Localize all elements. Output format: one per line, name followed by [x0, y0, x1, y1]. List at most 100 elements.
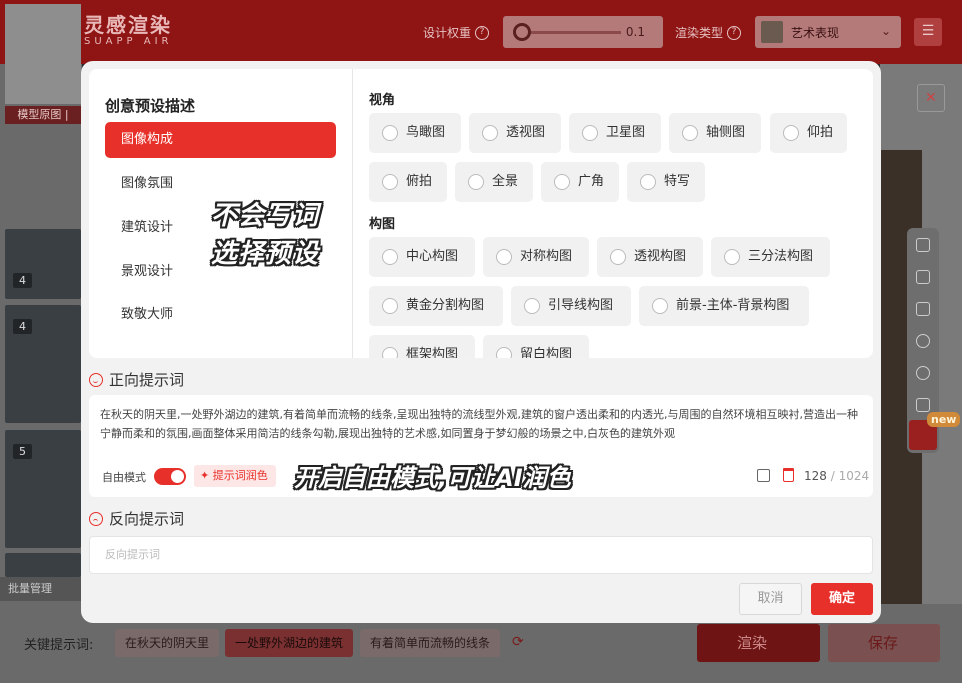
refresh-keywords-icon[interactable]: ⟳ — [512, 634, 524, 650]
char-count-value: 128 — [804, 469, 827, 483]
free-mode-toggle[interactable] — [154, 468, 186, 485]
design-weight-slider[interactable]: 0.1 — [503, 16, 663, 48]
option-perspective-composition[interactable]: 透视构图 — [597, 237, 703, 277]
option-wide-angle[interactable]: 广角 — [541, 162, 619, 202]
history-thumbnail[interactable]: 4 — [5, 229, 81, 299]
radio-icon — [783, 125, 799, 141]
char-count-max: / 1024 — [830, 469, 870, 483]
keywords-label: 关键提示词: — [24, 638, 94, 653]
history-thumbnail[interactable] — [5, 553, 81, 577]
option-rule-of-thirds[interactable]: 三分法构图 — [711, 237, 830, 277]
toggle-knob — [171, 470, 184, 483]
radio-icon — [496, 347, 512, 358]
edit-icon[interactable] — [916, 270, 930, 284]
refresh-icon[interactable] — [916, 334, 930, 348]
hint-line: 选择预设 — [211, 239, 320, 269]
radio-icon — [482, 125, 498, 141]
option-perspective[interactable]: 透视图 — [469, 113, 561, 153]
option-symmetric-composition[interactable]: 对称构图 — [483, 237, 589, 277]
trash-icon[interactable] — [783, 468, 794, 482]
divider — [352, 69, 353, 358]
category-image-composition[interactable]: 图像构成 — [105, 122, 336, 158]
help-icon[interactable]: ? — [727, 25, 742, 40]
radio-icon — [610, 249, 626, 265]
radio-icon — [652, 298, 668, 314]
option-label: 透视图 — [506, 125, 546, 140]
settings-icon[interactable] — [916, 398, 930, 412]
thumbnail-index: 4 — [13, 319, 32, 334]
new-badge: new — [927, 412, 961, 427]
slider-handle[interactable] — [513, 23, 531, 41]
option-label: 三分法构图 — [748, 249, 814, 264]
option-label: 卫星图 — [606, 125, 646, 140]
radio-icon — [682, 125, 698, 141]
save-icon[interactable] — [757, 469, 770, 482]
slider-track — [531, 31, 621, 34]
model-original-label: 模型原图 | — [5, 106, 81, 124]
option-golden-ratio[interactable]: 黄金分割构图 — [369, 286, 503, 326]
history-thumbnail[interactable]: 4 — [5, 305, 81, 423]
thumbnail-count: 4 — [13, 273, 32, 288]
home-icon[interactable] — [916, 238, 930, 252]
positive-prompt-box[interactable]: 在秋天的阴天里,一处野外湖边的建筑,有着简单而流畅的线条,呈现出独特的流线型外观… — [89, 395, 873, 497]
radio-icon — [382, 125, 398, 141]
hint-overlay: 不会写词 选择预设 — [211, 197, 319, 273]
model-original-thumbnail[interactable] — [5, 4, 81, 104]
keyword-chip[interactable]: 在秋天的阴天里 — [115, 629, 220, 657]
design-weight-text: 设计权重 — [423, 26, 472, 40]
history-thumbnail[interactable]: 5 — [5, 430, 81, 548]
save-button[interactable]: 保存 — [828, 624, 940, 662]
radio-icon — [382, 298, 398, 314]
free-mode-hint-overlay: 开启自由模式,可让AI润色 — [294, 464, 571, 492]
section-title-composition: 构图 — [369, 217, 396, 232]
help-icon[interactable]: ? — [475, 25, 490, 40]
option-foreground-subject-background[interactable]: 前景-主体-背景构图 — [639, 286, 809, 326]
radio-icon — [468, 174, 484, 190]
close-icon[interactable]: ✕ — [917, 84, 945, 112]
option-label: 留白构图 — [520, 347, 573, 358]
confirm-button[interactable]: 确定 — [811, 583, 873, 615]
char-count: 128 / 1024 — [804, 469, 869, 483]
render-button[interactable]: 渲染 — [697, 624, 820, 662]
option-label: 透视构图 — [634, 249, 687, 264]
option-center-composition[interactable]: 中心构图 — [369, 237, 475, 277]
creative-preset-dialog: 创意预设描述 图像构成 图像氛围 建筑设计 景观设计 致敬大师 不会写词 选择预… — [81, 61, 881, 623]
sparkle-icon: ✦ — [200, 469, 213, 482]
radio-icon — [382, 174, 398, 190]
option-axonometric[interactable]: 轴侧图 — [669, 113, 761, 153]
option-panorama[interactable]: 全景 — [455, 162, 533, 202]
render-type-label: 渲染类型 ? — [675, 24, 742, 41]
logo-name: 灵感渲染 — [84, 13, 172, 37]
radio-icon — [382, 347, 398, 358]
prompt-polish-button[interactable]: ✦ 提示词润色 — [194, 465, 276, 487]
option-birdseye[interactable]: 鸟瞰图 — [369, 113, 461, 153]
render-type-select[interactable]: 艺术表现 ⌄ — [755, 16, 901, 48]
prompt-polish-label: 提示词润色 — [212, 469, 268, 482]
option-negative-space[interactable]: 留白构图 — [483, 335, 589, 358]
option-closeup[interactable]: 特写 — [627, 162, 705, 202]
share-icon[interactable] — [916, 366, 930, 380]
keyword-chip[interactable]: 一处野外湖边的建筑 — [225, 629, 354, 657]
menu-icon[interactable]: ☰ — [914, 18, 942, 46]
hint-line: 不会写词 — [211, 201, 320, 231]
option-frame-composition[interactable]: 框架构图 — [369, 335, 475, 358]
option-satellite[interactable]: 卫星图 — [569, 113, 661, 153]
design-weight-value: 0.1 — [625, 25, 645, 39]
option-label: 全景 — [492, 174, 519, 189]
option-top-down[interactable]: 俯拍 — [369, 162, 447, 202]
batch-manage-button[interactable]: 批量管理 — [0, 577, 82, 601]
cancel-button[interactable]: 取消 — [739, 583, 802, 615]
option-label: 俯拍 — [406, 174, 433, 189]
positive-prompt-header: 正向提示词 — [89, 369, 184, 390]
section-title-view: 视角 — [369, 93, 396, 108]
layers-icon[interactable] — [916, 302, 930, 316]
positive-prompt-text[interactable]: 在秋天的阴天里,一处野外湖边的建筑,有着简单而流畅的线条,呈现出独特的流线型外观… — [100, 405, 866, 443]
option-label: 鸟瞰图 — [406, 125, 446, 140]
option-leading-lines[interactable]: 引导线构图 — [511, 286, 631, 326]
category-masters[interactable]: 致敬大师 — [105, 297, 336, 333]
option-low-angle[interactable]: 仰拍 — [770, 113, 847, 153]
render-type-value: 艺术表现 — [791, 25, 840, 40]
render-type-text: 渲染类型 — [675, 26, 724, 40]
negative-prompt-input[interactable]: 反向提示词 — [89, 536, 873, 574]
keyword-chip[interactable]: 有着简单而流畅的线条 — [360, 629, 501, 657]
